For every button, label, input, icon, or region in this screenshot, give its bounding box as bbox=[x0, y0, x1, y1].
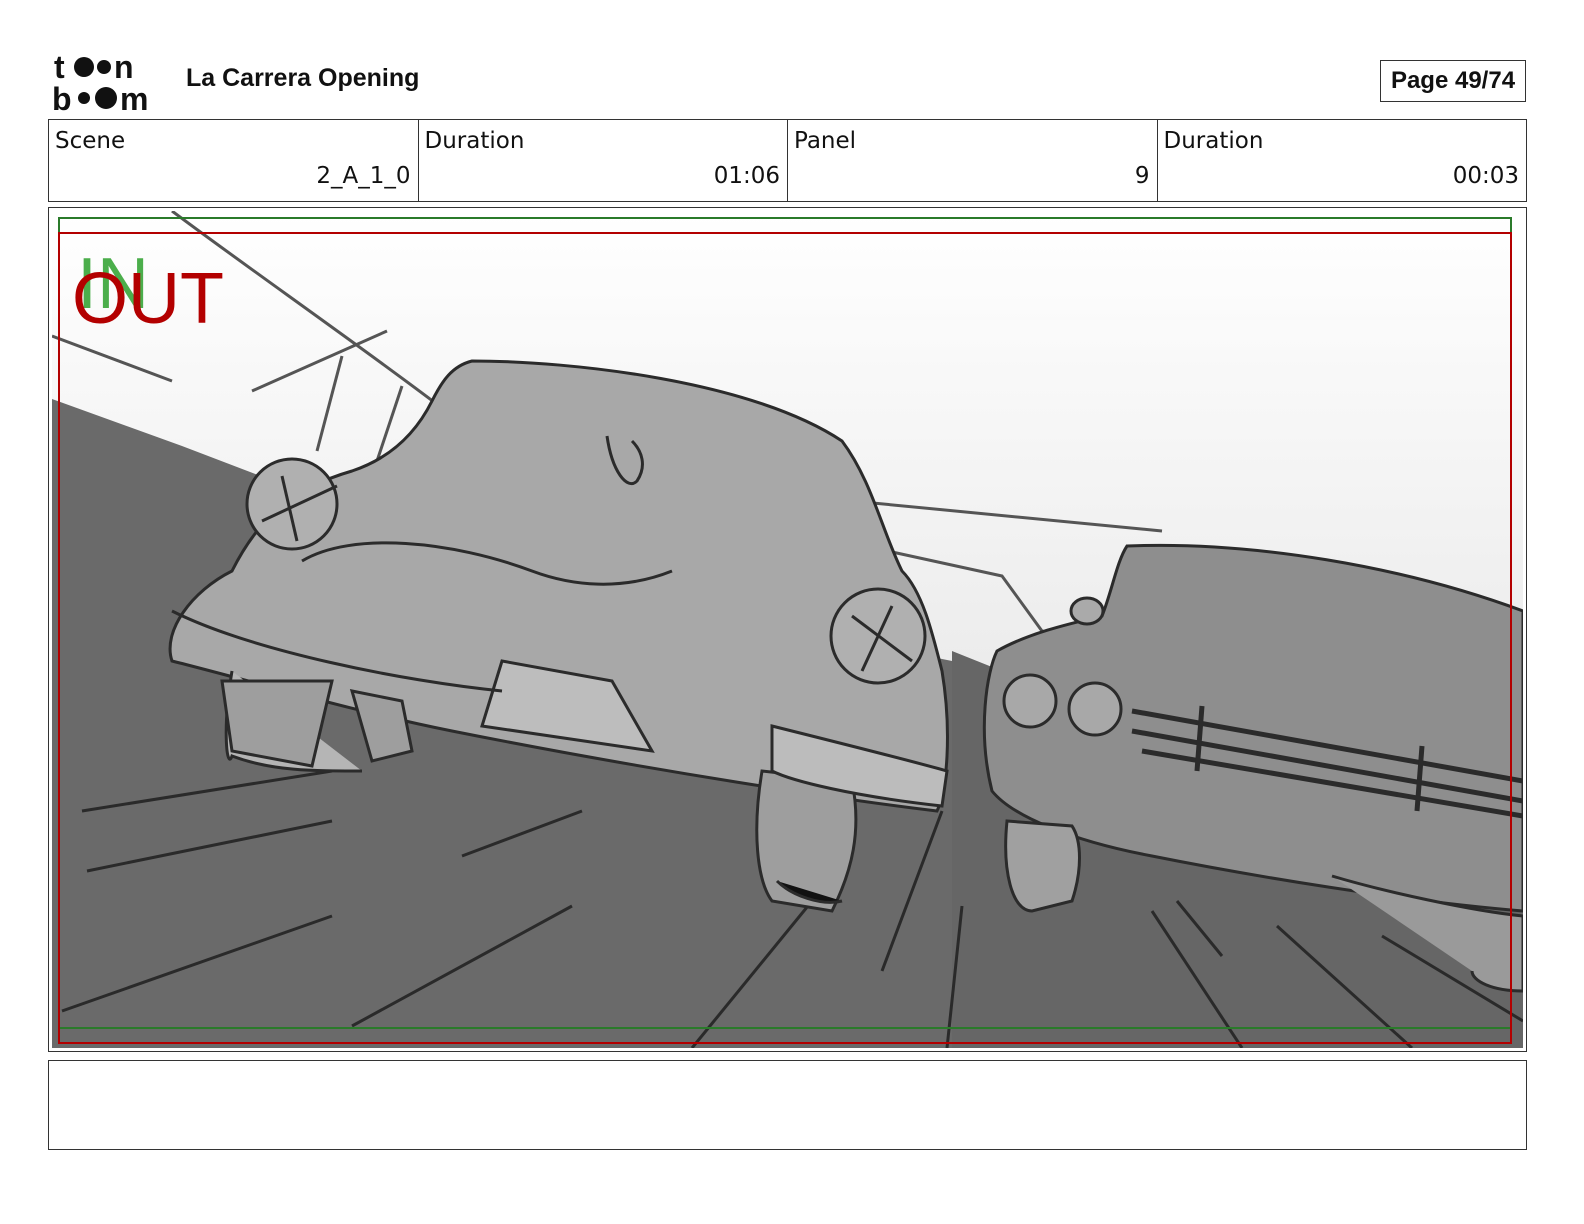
panel-cell: Panel 9 bbox=[788, 120, 1158, 201]
panel-duration-value: 00:03 bbox=[1452, 163, 1519, 189]
panel-sketch: IN OUT bbox=[52, 211, 1523, 1048]
scene-duration-cell: Duration 01:06 bbox=[419, 120, 788, 201]
scene-value: 2_A_1_0 bbox=[316, 163, 411, 189]
project-title: La Carrera Opening bbox=[186, 64, 420, 92]
scene-duration-label: Duration bbox=[424, 128, 525, 154]
scene-duration-value: 01:06 bbox=[713, 163, 780, 189]
scene-cell: Scene 2_A_1_0 bbox=[49, 120, 419, 201]
out-marker: OUT bbox=[72, 259, 224, 339]
panel-info-table: Scene 2_A_1_0 Duration 01:06 Panel 9 Dur… bbox=[48, 119, 1527, 202]
svg-text:n: n bbox=[114, 50, 134, 85]
scene-label: Scene bbox=[55, 128, 126, 154]
svg-text:t: t bbox=[54, 50, 65, 85]
panel-duration-label: Duration bbox=[1163, 128, 1264, 154]
toon-boom-logo: t n b m bbox=[52, 50, 148, 112]
panel-label: Panel bbox=[794, 128, 857, 154]
panel-notes-box bbox=[48, 1060, 1527, 1150]
panel-duration-cell: Duration 00:03 bbox=[1158, 120, 1527, 201]
storyboard-panel: IN OUT bbox=[48, 207, 1527, 1052]
svg-text:b: b bbox=[52, 81, 72, 112]
svg-text:m: m bbox=[120, 81, 148, 112]
page-number: Page 49/74 bbox=[1380, 60, 1526, 102]
panel-value: 9 bbox=[1134, 163, 1150, 189]
